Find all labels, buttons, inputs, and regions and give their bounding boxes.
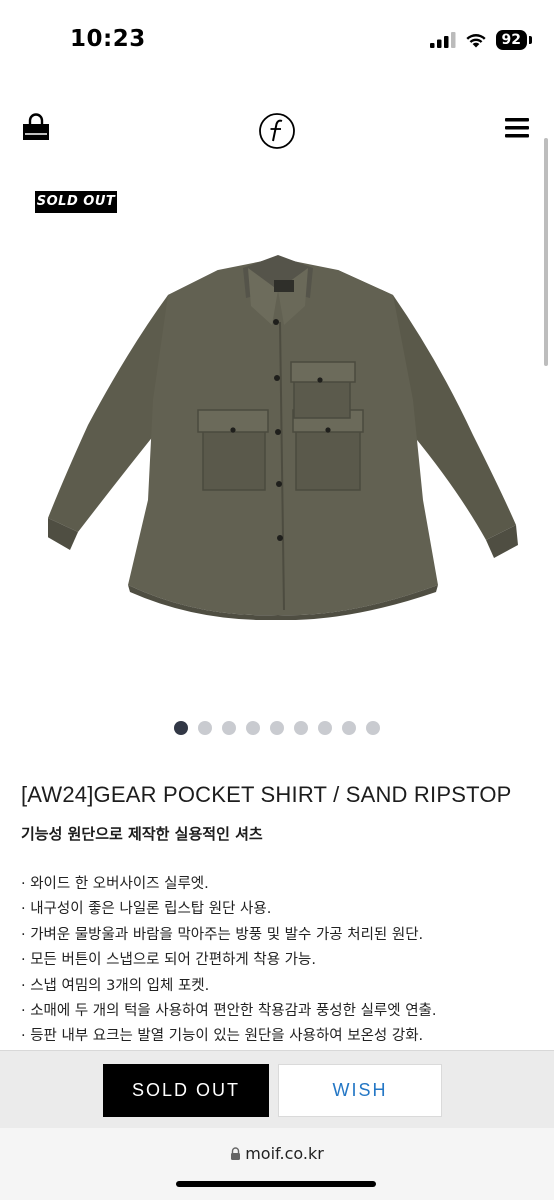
browser-address-bar: moif.co.kr: [0, 1128, 554, 1200]
moif-f-logo-icon: [259, 113, 295, 149]
cellular-signal-icon: [429, 32, 456, 48]
feature-item: · 등판 내부 요크는 발열 기능이 있는 원단을 사용하여 보온성 강화.: [21, 1028, 424, 1045]
carousel-dot-2[interactable]: [198, 721, 212, 735]
wifi-icon: [465, 34, 486, 48]
carousel-dot-7[interactable]: [318, 721, 332, 735]
status-bar: 10:23 92: [0, 0, 554, 84]
home-logo[interactable]: [258, 112, 296, 154]
status-time: 10:23: [70, 26, 146, 52]
carousel-dot-8[interactable]: [342, 721, 356, 735]
carousel-dot-5[interactable]: [270, 721, 284, 735]
carousel-dot-4[interactable]: [246, 721, 260, 735]
product-subtitle: 기능성 원단으로 제작한 실용적인 셔츠: [21, 825, 263, 843]
product-title: [AW24]GEAR POCKET SHIRT / SAND RIPSTOP: [21, 782, 512, 807]
url-text: moif.co.kr: [245, 1144, 324, 1163]
feature-list: · 와이드 한 오버사이즈 실루엣. · 내구성이 좋은 나일론 립스탑 원단 …: [21, 872, 437, 1050]
battery-indicator: 92: [495, 30, 527, 50]
feature-item: · 와이드 한 오버사이즈 실루엣.: [21, 876, 209, 892]
carousel-dot-3[interactable]: [222, 721, 236, 735]
product-image[interactable]: [44, 250, 518, 621]
sold-out-button[interactable]: SOLD OUT: [103, 1064, 269, 1117]
shopping-bag-icon: [23, 113, 49, 140]
image-carousel-dots: [174, 721, 380, 735]
battery-tip: [529, 36, 532, 44]
hamburger-menu-icon: [505, 118, 529, 138]
scroll-indicator[interactable]: [544, 138, 548, 366]
feature-item: · 소매에 두 개의 턱을 사용하여 편안한 착용감과 풍성한 실루엣 연출.: [21, 1003, 437, 1020]
feature-item: · 가벼운 물방울과 바람을 막아주는 방풍 및 발수 가공 처리된 원단.: [21, 926, 424, 943]
carousel-dot-9[interactable]: [366, 721, 380, 735]
bottom-action-bar: SOLD OUT WISH: [0, 1050, 554, 1129]
wish-button[interactable]: WISH: [278, 1064, 442, 1117]
sold-out-badge: SOLD OUT: [35, 191, 117, 213]
url-field[interactable]: moif.co.kr: [0, 1144, 554, 1163]
home-indicator[interactable]: [176, 1181, 376, 1187]
cart-button[interactable]: [21, 112, 51, 146]
feature-item: · 스냅 여밈의 3개의 입체 포켓.: [21, 977, 210, 994]
site-header: [0, 100, 554, 164]
shirt-illustration: [44, 255, 518, 621]
menu-button[interactable]: [504, 116, 530, 144]
status-indicators: 92: [429, 30, 532, 50]
feature-item: · 내구성이 좋은 나일론 립스탑 원단 사용.: [21, 901, 272, 918]
lock-icon: [231, 1147, 241, 1160]
carousel-dot-1[interactable]: [174, 721, 188, 735]
carousel-dot-6[interactable]: [294, 721, 308, 735]
feature-item: · 모든 버튼이 스냅으로 되어 간편하게 착용 가능.: [21, 952, 316, 969]
